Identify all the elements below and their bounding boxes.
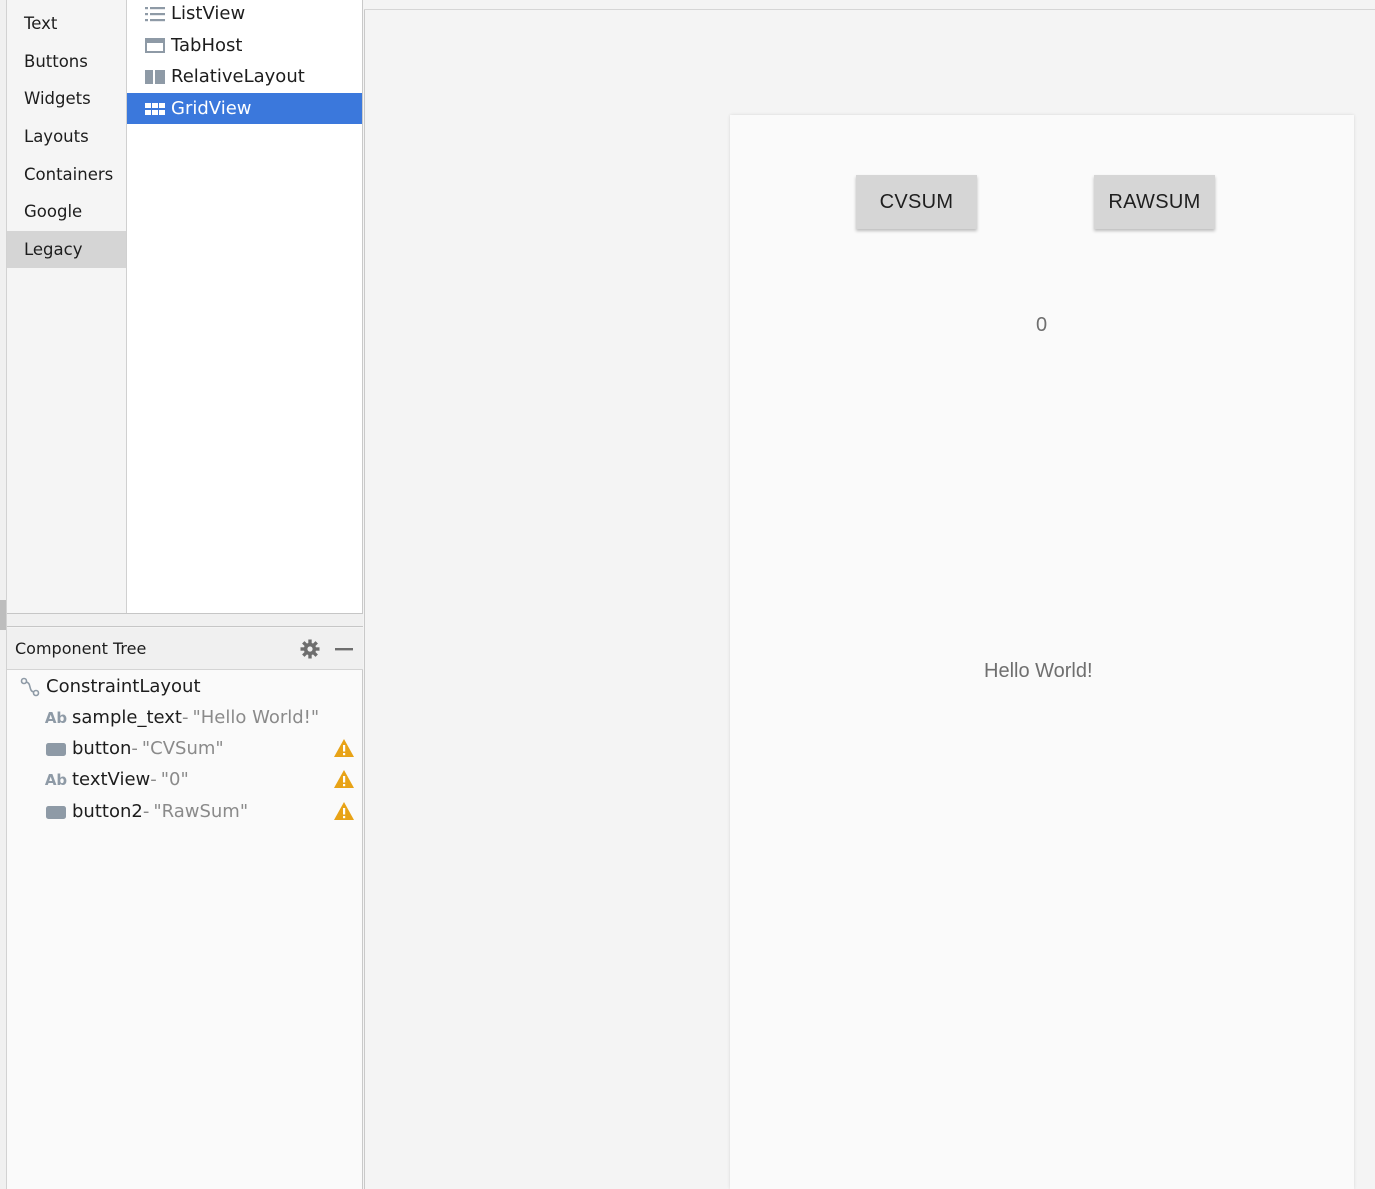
component-tree-title: Component Tree — [15, 639, 147, 658]
category-containers[interactable]: Containers — [7, 155, 126, 193]
palette-item-listview[interactable]: ListView — [127, 0, 362, 30]
tree-item-value: "RawSum" — [153, 801, 249, 822]
palette-categories: Text Buttons Widgets Layouts Containers … — [7, 0, 127, 613]
tree-item-textview[interactable]: Ab textView - "0" — [7, 764, 363, 795]
tree-item-button[interactable]: button - "CVSum" — [7, 733, 363, 764]
palette-item-relativelayout[interactable]: RelativeLayout — [127, 61, 362, 93]
component-tree-header: Component Tree — [7, 628, 363, 670]
text-view-icon: Ab — [44, 770, 68, 789]
button-icon — [44, 739, 68, 759]
text-view-icon: Ab — [44, 708, 68, 727]
tree-item-separator: - — [131, 738, 138, 759]
minimize-icon[interactable] — [327, 632, 361, 666]
button-icon — [44, 802, 68, 822]
constraint-layout-icon — [18, 677, 42, 697]
tree-item-id: sample_text — [72, 707, 182, 728]
warning-icon[interactable] — [333, 738, 355, 758]
warning-icon[interactable] — [333, 801, 355, 821]
grid-view-icon — [144, 101, 166, 117]
category-layouts[interactable]: Layouts — [7, 118, 126, 156]
palette-items: ListView TabHost RelativeLayout GridView — [127, 0, 363, 613]
tree-item-button2[interactable]: button2 - "RawSum" — [7, 796, 363, 827]
warning-icon[interactable] — [333, 769, 355, 789]
tree-item-constraintlayout[interactable]: ConstraintLayout — [7, 671, 363, 702]
tree-item-value: "CVSum" — [141, 738, 224, 759]
tab-host-icon — [144, 37, 166, 54]
relative-layout-icon — [144, 69, 166, 85]
category-widgets[interactable]: Widgets — [7, 80, 126, 118]
tree-item-id: textView — [72, 769, 151, 790]
tree-item-id: button2 — [72, 801, 143, 822]
category-legacy[interactable]: Legacy — [7, 230, 126, 269]
component-tree: ConstraintLayout Ab sample_text - "Hello… — [7, 670, 363, 1189]
device-preview: CVSUM RAWSUM 0 Hello World! — [730, 115, 1354, 1189]
tree-item-value: "0" — [160, 769, 189, 790]
left-edge-strip — [0, 0, 7, 1189]
palette-item-gridview[interactable]: GridView — [127, 92, 362, 125]
result-text[interactable]: 0 — [1036, 314, 1047, 337]
tree-item-sample-text[interactable]: Ab sample_text - "Hello World!" — [7, 702, 363, 733]
palette-item-label: TabHost — [171, 34, 243, 56]
palette-item-label: RelativeLayout — [171, 66, 305, 88]
palette-item-tabhost[interactable]: TabHost — [127, 30, 362, 62]
tree-item-separator: - — [142, 801, 150, 822]
category-google[interactable]: Google — [7, 193, 126, 231]
tree-item-separator: - — [150, 769, 157, 790]
rawsum-button[interactable]: RAWSUM — [1094, 175, 1215, 229]
panel-splitter[interactable] — [7, 613, 363, 627]
category-text[interactable]: Text — [7, 5, 126, 43]
hello-world-text[interactable]: Hello World! — [984, 660, 1093, 683]
tree-item-id: button — [72, 738, 132, 759]
list-view-icon — [144, 6, 166, 22]
palette-item-label: ListView — [171, 3, 246, 25]
settings-gear-icon[interactable] — [293, 632, 327, 666]
tree-item-separator: - — [181, 707, 189, 728]
tree-item-label: ConstraintLayout — [46, 676, 201, 697]
collapse-handle[interactable] — [0, 600, 6, 630]
cvsum-button[interactable]: CVSUM — [856, 175, 977, 229]
tree-item-value: "Hello World!" — [192, 707, 320, 728]
palette-item-label: GridView — [171, 98, 252, 120]
design-toolbar-strip — [364, 0, 1375, 10]
category-buttons[interactable]: Buttons — [7, 43, 126, 81]
